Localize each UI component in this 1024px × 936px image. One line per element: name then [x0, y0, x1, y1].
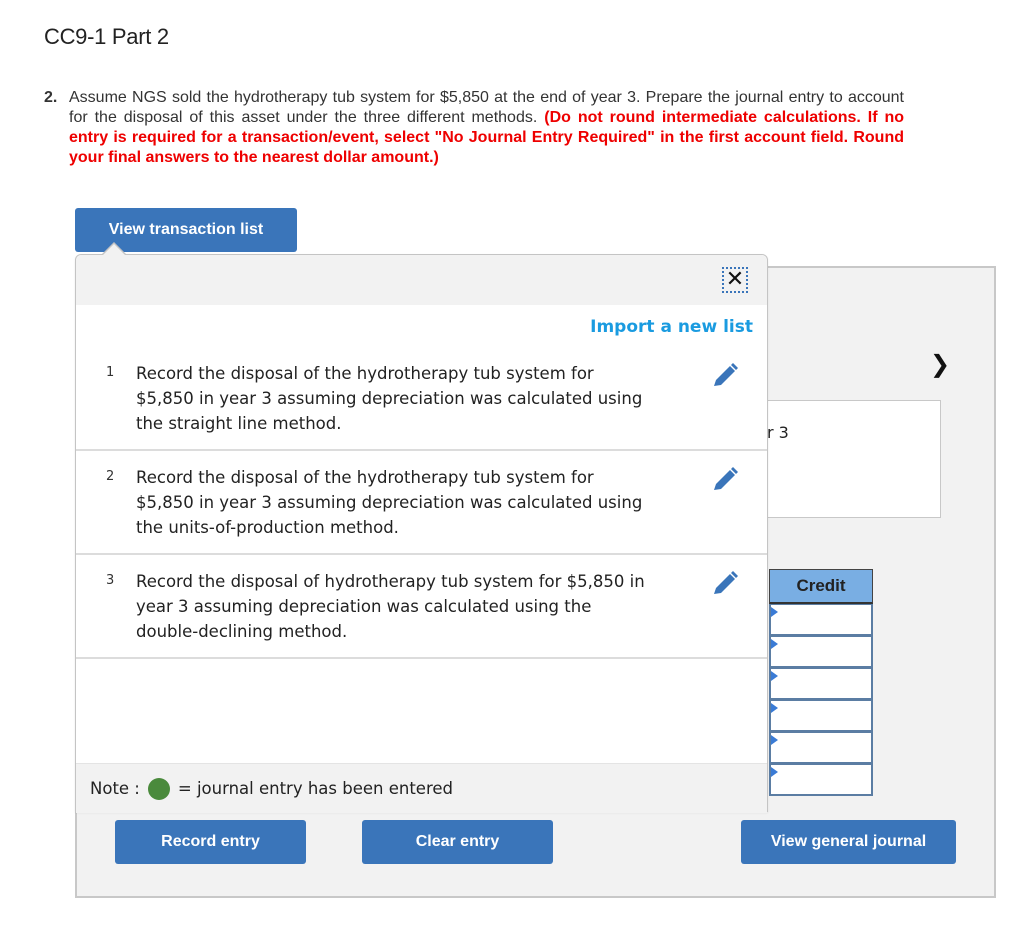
credit-input[interactable]	[769, 604, 873, 636]
transaction-item[interactable]: 1 Record the disposal of the hydrotherap…	[76, 347, 767, 451]
chevron-right-icon[interactable]: ❯	[930, 350, 950, 378]
transaction-text: Record the disposal of the hydrotherapy …	[136, 468, 643, 537]
transaction-number: 1	[106, 365, 115, 380]
credit-header: Credit	[769, 569, 873, 604]
transaction-number: 3	[106, 573, 115, 588]
credit-input[interactable]	[769, 700, 873, 732]
question-text: 2. Assume NGS sold the hydrotherapy tub …	[44, 88, 904, 168]
view-general-journal-button[interactable]: View general journal	[741, 820, 956, 864]
cell-marker-icon	[771, 671, 778, 681]
transaction-list-popup: ✕ Import a new list 1 Record the disposa…	[75, 254, 768, 813]
credit-input[interactable]	[769, 764, 873, 796]
cell-marker-icon	[771, 639, 778, 649]
popup-pointer-fill	[103, 244, 125, 255]
note-legend: Note : = journal entry has been entered	[76, 763, 767, 813]
credit-input[interactable]	[769, 668, 873, 700]
import-new-list-link[interactable]: Import a new list	[590, 317, 753, 337]
note-legend-text: = journal entry has been entered	[177, 779, 454, 798]
cell-marker-icon	[771, 767, 778, 777]
cell-marker-icon	[771, 607, 778, 617]
transaction-list: 1 Record the disposal of the hydrotherap…	[76, 347, 767, 659]
credit-input[interactable]	[769, 636, 873, 668]
record-entry-button[interactable]: Record entry	[115, 820, 306, 864]
transaction-text: Record the disposal of the hydrotherapy …	[136, 364, 643, 433]
pencil-icon[interactable]	[710, 465, 740, 495]
pencil-icon[interactable]	[710, 569, 740, 599]
page-title: CC9-1 Part 2	[44, 24, 169, 49]
transaction-text: Record the disposal of hydrotherapy tub …	[136, 572, 645, 641]
question-body: Assume NGS sold the hydrotherapy tub sys…	[69, 88, 904, 168]
question-number: 2.	[44, 89, 58, 106]
popup-header	[76, 255, 767, 305]
credit-input[interactable]	[769, 732, 873, 764]
cell-marker-icon	[771, 703, 778, 713]
entered-status-dot-icon	[147, 777, 170, 800]
close-icon[interactable]: ✕	[722, 267, 748, 293]
pencil-icon[interactable]	[710, 361, 740, 391]
transaction-item[interactable]: 3 Record the disposal of hydrotherapy tu…	[76, 555, 767, 659]
transaction-description-text: r 3	[767, 423, 789, 442]
transaction-number: 2	[106, 469, 115, 484]
note-prefix: Note :	[90, 779, 140, 798]
transaction-item[interactable]: 2 Record the disposal of the hydrotherap…	[76, 451, 767, 555]
clear-entry-button[interactable]: Clear entry	[362, 820, 553, 864]
cell-marker-icon	[771, 735, 778, 745]
credit-column: Credit	[769, 569, 873, 796]
